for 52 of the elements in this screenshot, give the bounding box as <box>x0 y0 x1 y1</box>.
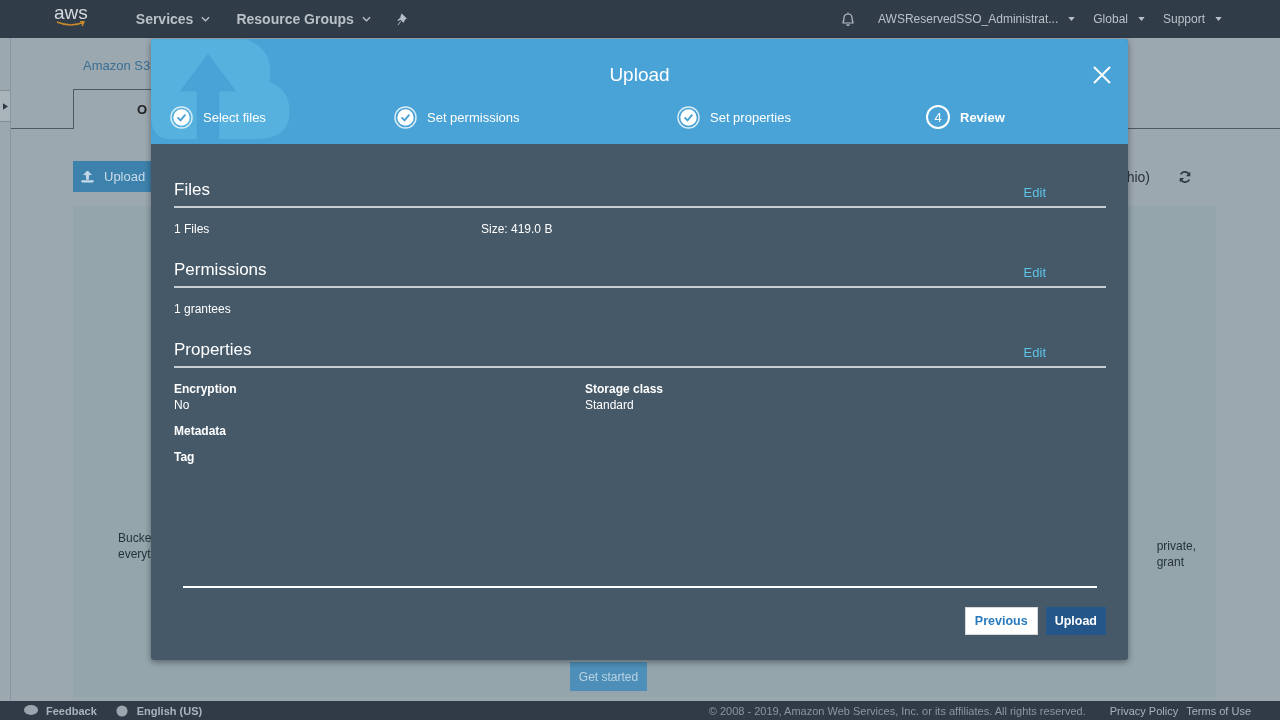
pin-icon[interactable] <box>396 12 410 26</box>
copyright-text: © 2008 - 2019, Amazon Web Services, Inc. or its affiliates. All rights reserved. <box>708 704 1086 717</box>
footer-link[interactable]: Privacy Policy <box>1109 704 1179 717</box>
sidebar-toggle[interactable] <box>0 90 11 122</box>
speech-bubble-icon <box>24 704 38 717</box>
edit-link[interactable]: Edit <box>1023 185 1046 200</box>
description-text: Bucke <box>118 530 152 546</box>
footer-link[interactable]: Terms of Use <box>1186 704 1251 717</box>
summary-value: Size: 419.0 B <box>481 222 553 236</box>
caret-icon <box>1215 17 1222 21</box>
region-menu[interactable]: Global <box>1093 12 1145 26</box>
wizard-step[interactable]: Set permissions <box>394 105 520 129</box>
region-label: hio) <box>1126 168 1150 185</box>
smile-arrow-icon <box>55 21 86 27</box>
close-button[interactable] <box>1092 65 1112 85</box>
property-label: Tag <box>174 450 196 464</box>
dialog-title: Upload <box>609 64 670 86</box>
chevron-icon <box>201 16 211 22</box>
upload-icon <box>81 170 94 183</box>
caret-icon <box>1068 17 1076 21</box>
caret-icon <box>2 102 8 110</box>
close-icon <box>1092 65 1112 85</box>
feedback-link[interactable]: Feedback <box>46 704 97 717</box>
edit-link[interactable]: Edit <box>1023 265 1046 280</box>
section-heading: Permissions <box>174 260 267 280</box>
summary-value: 1 grantees <box>174 302 232 316</box>
step-number: 4 <box>926 105 950 129</box>
summary-value: 1 Files <box>174 222 211 236</box>
description-text: private, <box>1156 538 1196 554</box>
wizard-step[interactable]: 4 Review <box>926 105 1005 129</box>
caret-icon <box>1137 17 1145 21</box>
language-link[interactable]: English (US) <box>136 704 203 717</box>
property-label: Metadata <box>174 424 227 438</box>
description-text: grant <box>1156 554 1184 570</box>
property-label: Encryption <box>174 382 238 396</box>
upload-button[interactable]: Upload <box>1045 607 1106 635</box>
refresh-icon[interactable] <box>1178 169 1192 184</box>
bell-icon[interactable] <box>840 11 856 27</box>
nav-menu[interactable]: Resource Groups <box>236 11 371 27</box>
property-label: Storage class <box>585 382 665 396</box>
description-text: everyt <box>118 546 152 562</box>
edit-link[interactable]: Edit <box>1023 345 1046 360</box>
support-menu[interactable]: Support <box>1162 12 1222 26</box>
section-heading: Properties <box>174 340 252 360</box>
aws-logo[interactable]: aws <box>54 5 88 27</box>
chevron-icon <box>361 16 371 22</box>
nav-menu[interactable]: Services <box>135 11 211 27</box>
wizard-step[interactable]: Set properties <box>677 105 791 129</box>
property-value: No <box>174 398 191 412</box>
previous-button[interactable]: Previous <box>964 607 1038 635</box>
account-menu[interactable]: AWSReservedSSO_Administrat... <box>878 12 1076 26</box>
property-value: Standard <box>585 398 635 412</box>
